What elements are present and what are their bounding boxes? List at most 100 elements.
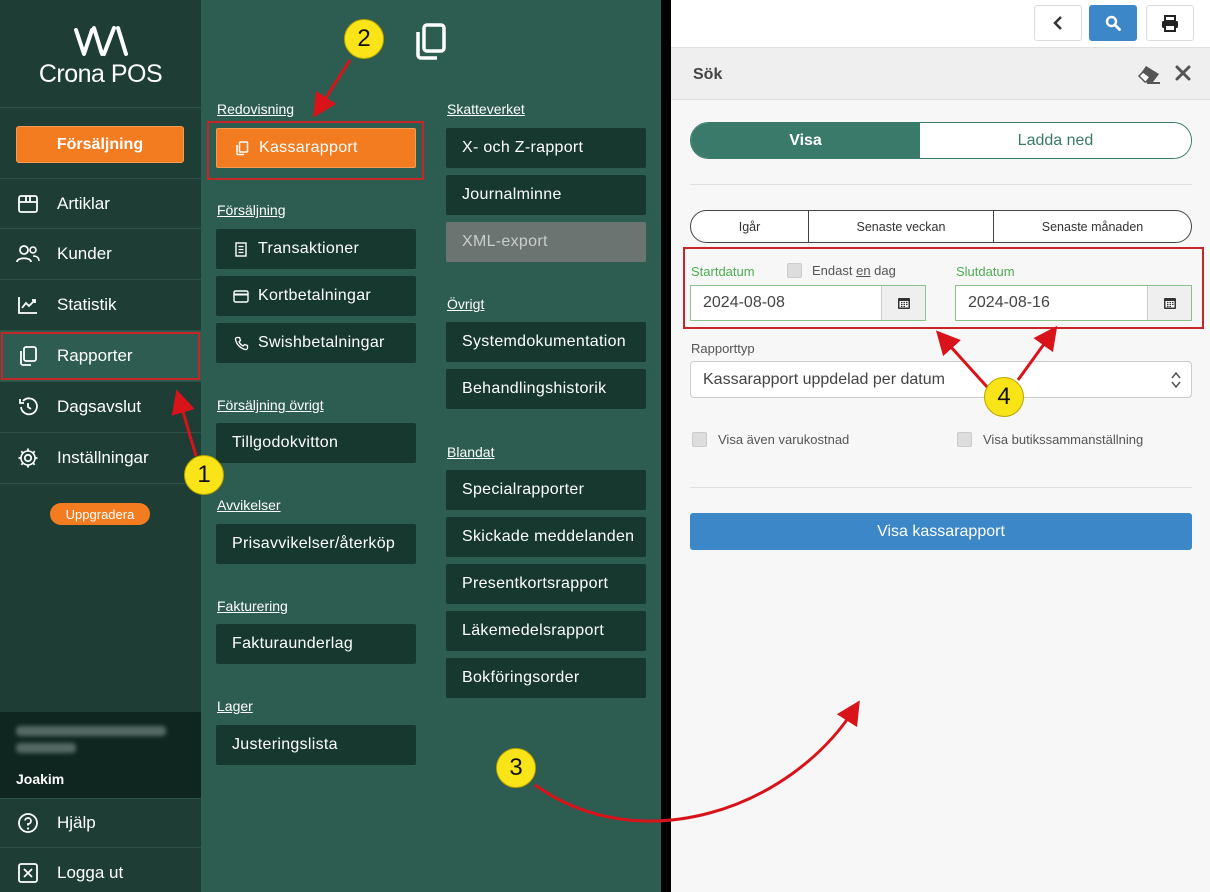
- show-cash-report-button[interactable]: Visa kassarapport: [690, 513, 1192, 550]
- step-badge-3: 3: [496, 748, 536, 788]
- section-title-blandat: Blandat: [447, 444, 495, 460]
- eraser-icon[interactable]: [1137, 64, 1161, 84]
- report-type-select[interactable]: Kassarapport uppdelad per datum: [690, 361, 1192, 398]
- print-icon: [1162, 14, 1178, 32]
- chevron-left-icon: [1053, 16, 1062, 30]
- section-title-lager: Lager: [217, 698, 253, 714]
- menu-item-label: Systemdokumentation: [462, 333, 627, 350]
- sidebar-item-label: Artiklar: [57, 193, 110, 213]
- menu-item-label: Justeringslista: [232, 736, 338, 753]
- show-cost-checkbox[interactable]: [692, 432, 707, 447]
- quick-senaste-manaden-button[interactable]: Senaste månaden: [994, 211, 1191, 242]
- sidebar-item-label: Statistik: [57, 295, 117, 314]
- sidebar-item-label: Kunder: [57, 244, 112, 263]
- menu-item-justeringslista[interactable]: Justeringslista: [216, 725, 416, 765]
- upgrade-button[interactable]: Uppgradera: [50, 503, 150, 525]
- close-icon[interactable]: [1175, 65, 1191, 81]
- divider: [661, 0, 671, 892]
- sidebar-item-kunder[interactable]: Kunder: [0, 229, 201, 280]
- menu-item-specialrapporter[interactable]: Specialrapporter: [446, 470, 646, 510]
- gear-icon: [16, 446, 40, 470]
- logo-text: Crona POS: [38, 60, 163, 88]
- menu-item-transaktioner[interactable]: Transaktioner: [216, 229, 416, 269]
- menu-item-lakemedelsrapport[interactable]: Läkemedelsrapport: [446, 611, 646, 651]
- quick-igar-button[interactable]: Igår: [691, 211, 809, 242]
- copy-icon: [416, 23, 446, 60]
- step-badge-1: 1: [184, 455, 224, 495]
- section-title-fakturering: Fakturering: [217, 598, 288, 614]
- quick-senaste-veckan-button[interactable]: Senaste veckan: [809, 211, 994, 242]
- menu-item-label: Kortbetalningar: [258, 287, 372, 304]
- menu-item-xml-export[interactable]: XML-export: [446, 222, 646, 262]
- highlight-kassarapport: [207, 121, 424, 180]
- section-title-skatteverket: Skatteverket: [447, 101, 525, 117]
- menu-item-xz-rapport[interactable]: X- och Z-rapport: [446, 128, 646, 168]
- sidebar-item-installningar[interactable]: Inställningar: [0, 433, 201, 484]
- sidebar-item-rapporter[interactable]: Rapporter: [0, 331, 201, 382]
- report-type-label: Rapporttyp: [691, 341, 755, 356]
- section-title-avvikelser: Avvikelser: [217, 497, 281, 513]
- menu-item-label: Tillgodokvitton: [232, 434, 339, 451]
- separator: [690, 184, 1192, 185]
- menu-item-skickade-meddelanden[interactable]: Skickade meddelanden: [446, 517, 646, 557]
- show-cost-label: Visa även varukostnad: [718, 432, 850, 447]
- section-title-forsaljning: Försäljning: [217, 202, 286, 218]
- section-title-forsaljning-ovrigt: Försäljning övrigt: [217, 397, 324, 413]
- blurred-store-line: [16, 743, 76, 753]
- sidebar-item-logga-ut[interactable]: Logga ut: [0, 848, 201, 892]
- menu-item-journalminne[interactable]: Journalminne: [446, 175, 646, 215]
- sidebar-item-label: Inställningar: [57, 448, 149, 467]
- highlight-date-range: [683, 247, 1204, 329]
- sidebar-item-label: Rapporter: [57, 346, 133, 365]
- menu-item-label: Swishbetalningar: [258, 334, 385, 351]
- menu-item-label: XML-export: [462, 233, 548, 250]
- copy-icon: [16, 344, 40, 368]
- menu-item-label: Fakturaunderlag: [232, 635, 354, 652]
- menu-item-swishbetalningar[interactable]: Swishbetalningar: [216, 323, 416, 363]
- menu-item-tillgodokvitton[interactable]: Tillgodokvitton: [216, 423, 416, 463]
- tab-visa[interactable]: Visa: [691, 123, 920, 158]
- menu-item-label: Bokföringsorder: [462, 669, 580, 686]
- back-button[interactable]: [1034, 5, 1082, 41]
- show-store-summary-label: Visa butikssammanställning: [983, 432, 1144, 447]
- print-button[interactable]: [1146, 5, 1194, 41]
- show-store-summary-checkbox[interactable]: [957, 432, 972, 447]
- search-icon: [1105, 15, 1121, 31]
- menu-item-label: Presentkortsrapport: [462, 575, 609, 592]
- sidebar-item-dagsavslut[interactable]: Dagsavslut: [0, 382, 201, 433]
- menu-item-bokforingsorder[interactable]: Bokföringsorder: [446, 658, 646, 698]
- sidebar-item-artiklar[interactable]: Artiklar: [0, 178, 201, 229]
- sidebar-bottom-nav: Hjälp Logga ut: [0, 798, 201, 892]
- chart-icon: [16, 293, 40, 317]
- search-header: Sök: [671, 48, 1210, 100]
- menu-item-presentkortsrapport[interactable]: Presentkortsrapport: [446, 564, 646, 604]
- sidebar-item-label: Hjälp: [57, 813, 96, 832]
- phone-icon: [232, 334, 250, 352]
- menu-item-label: Skickade meddelanden: [462, 528, 635, 545]
- sidebar-nav: Artiklar Kunder Statistik Rapporter Dags…: [0, 178, 201, 484]
- section-title-redovisning: Redovisning: [217, 101, 295, 117]
- user-name: Joakim: [16, 771, 65, 787]
- menu-item-kortbetalningar[interactable]: Kortbetalningar: [216, 276, 416, 316]
- sidebar-item-statistik[interactable]: Statistik: [0, 280, 201, 331]
- search-panel: Sök Visa Ladda ned Igår Senaste veckan S…: [671, 0, 1210, 892]
- tab-ladda-ned[interactable]: Ladda ned: [920, 123, 1191, 158]
- menu-item-fakturaunderlag[interactable]: Fakturaunderlag: [216, 624, 416, 664]
- menu-item-label: Behandlingshistorik: [462, 380, 607, 397]
- sidebar: Crona POS Försäljning Artiklar Kunder St…: [0, 0, 201, 892]
- menu-item-behandlingshistorik[interactable]: Behandlingshistorik: [446, 369, 646, 409]
- sale-button[interactable]: Försäljning: [16, 126, 184, 163]
- select-arrows-icon: [1171, 371, 1181, 389]
- search-button[interactable]: [1089, 5, 1137, 41]
- sidebar-item-label: Dagsavslut: [57, 397, 142, 416]
- menu-item-label: Prisavvikelser/återköp: [232, 535, 396, 552]
- sidebar-item-hjalp[interactable]: Hjälp: [0, 798, 201, 848]
- menu-item-systemdokumentation[interactable]: Systemdokumentation: [446, 322, 646, 362]
- history-icon: [16, 395, 40, 419]
- menu-item-label: Journalminne: [462, 186, 562, 203]
- panel-toolbar: [671, 0, 1210, 48]
- logout-icon: [16, 861, 40, 885]
- menu-item-prisavvikelser[interactable]: Prisavvikelser/återköp: [216, 524, 416, 564]
- sidebar-item-label: Logga ut: [57, 862, 124, 882]
- menu-item-label: Läkemedelsrapport: [462, 622, 605, 639]
